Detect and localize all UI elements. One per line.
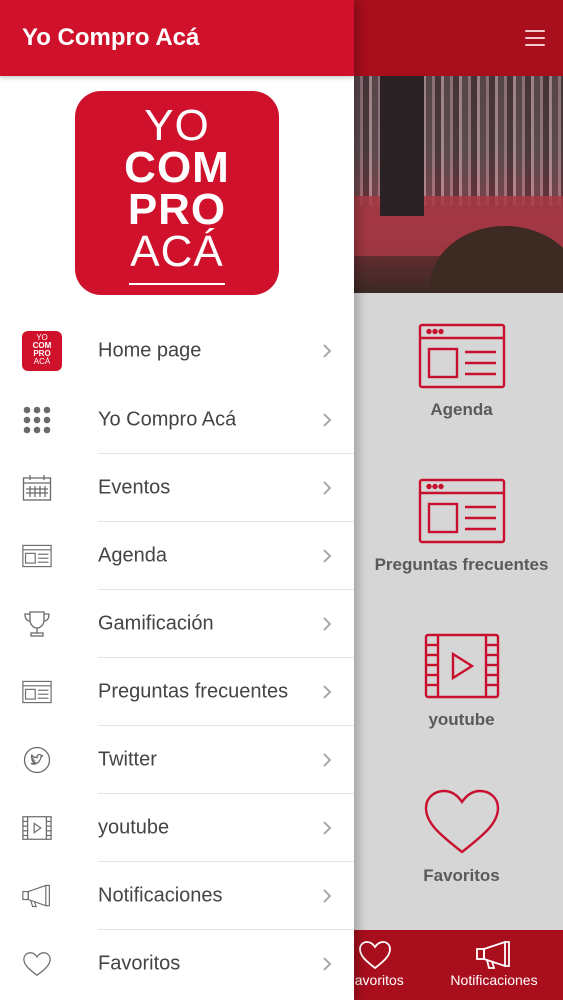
tab-label: Notificaciones: [450, 972, 538, 988]
grid-dots-icon: [22, 405, 52, 435]
menu-item-label: Preguntas frecuentes: [98, 680, 289, 703]
video-film-icon: [22, 813, 52, 843]
menu-item-label: Gamificación: [98, 612, 214, 635]
mini-logo-line: ACÁ: [33, 357, 51, 366]
trophy-icon: [22, 609, 52, 639]
browser-window-icon: [418, 478, 505, 544]
drawer-menu: YO COM PRO ACÁ Home page Yo Compro Acá E…: [0, 316, 354, 998]
chevron-right-icon: [323, 685, 332, 699]
tile-label: Favoritos: [423, 866, 500, 885]
tab-notificaciones[interactable]: Notificaciones: [440, 930, 548, 1000]
chevron-right-icon: [323, 413, 332, 427]
chevron-right-icon: [323, 481, 332, 495]
twitter-icon: [22, 745, 52, 775]
menu-item-yo-compro-aca[interactable]: Yo Compro Acá: [0, 386, 354, 454]
tab-label: Favoritos: [346, 972, 404, 988]
calendar-icon: [22, 473, 52, 503]
chevron-right-icon: [323, 617, 332, 631]
menu-item-label: youtube: [98, 816, 170, 839]
video-film-icon: [424, 633, 499, 699]
menu-item-label: Home page: [98, 339, 202, 362]
tile-favoritos[interactable]: Favoritos: [360, 788, 563, 886]
menu-item-label: Favoritos: [98, 952, 181, 975]
heart-icon: [359, 941, 391, 970]
logo-line: COM: [124, 143, 230, 192]
logo-line: PRO: [127, 185, 227, 234]
menu-item-label: Twitter: [98, 748, 157, 771]
heart-icon: [424, 789, 499, 854]
menu-item-preguntas-frecuentes[interactable]: Preguntas frecuentes: [0, 658, 354, 726]
tile-label: Agenda: [430, 400, 493, 419]
navigation-drawer: Yo Compro Acá YO COM PRO ACÁ YO COM PRO …: [0, 0, 354, 1000]
drawer-header: Yo Compro Acá: [0, 0, 354, 76]
chevron-right-icon: [323, 753, 332, 767]
menu-item-twitter[interactable]: Twitter: [0, 726, 354, 794]
logo-line: ACÁ: [130, 227, 224, 276]
chevron-right-icon: [323, 344, 332, 358]
menu-item-home-page[interactable]: YO COM PRO ACÁ Home page: [0, 316, 354, 386]
browser-window-icon: [22, 677, 52, 707]
logo-line: YO: [144, 101, 210, 150]
megaphone-icon: [476, 940, 510, 969]
menu-item-label: Yo Compro Acá: [98, 408, 237, 431]
tile-label: Preguntas frecuentes: [374, 555, 549, 574]
browser-window-icon: [22, 541, 52, 571]
tile-agenda[interactable]: Agenda: [360, 322, 563, 420]
megaphone-icon: [22, 881, 52, 911]
menu-item-eventos[interactable]: Eventos: [0, 454, 354, 522]
hamburger-menu-icon[interactable]: [525, 30, 545, 46]
menu-item-notificaciones[interactable]: Notificaciones: [0, 862, 354, 930]
menu-item-youtube[interactable]: youtube: [0, 794, 354, 862]
menu-item-gamificacion[interactable]: Gamificación: [0, 590, 354, 658]
heart-icon: [22, 949, 52, 979]
app-logo-icon: YO COM PRO ACÁ: [22, 331, 62, 371]
app-logo: YO COM PRO ACÁ: [75, 91, 279, 295]
chevron-right-icon: [323, 889, 332, 903]
menu-item-favoritos[interactable]: Favoritos: [0, 930, 354, 998]
chevron-right-icon: [323, 821, 332, 835]
menu-item-agenda[interactable]: Agenda: [0, 522, 354, 590]
drawer-title: Yo Compro Acá: [22, 24, 200, 51]
tile-label: youtube: [428, 710, 495, 729]
tile-preguntas-frecuentes[interactable]: Preguntas frecuentes: [360, 477, 563, 575]
menu-item-label: Eventos: [98, 476, 171, 499]
browser-window-icon: [418, 323, 505, 389]
chevron-right-icon: [323, 549, 332, 563]
tile-youtube[interactable]: youtube: [360, 632, 563, 730]
menu-item-label: Notificaciones: [98, 884, 223, 907]
chevron-right-icon: [323, 957, 332, 971]
menu-item-label: Agenda: [98, 544, 167, 567]
